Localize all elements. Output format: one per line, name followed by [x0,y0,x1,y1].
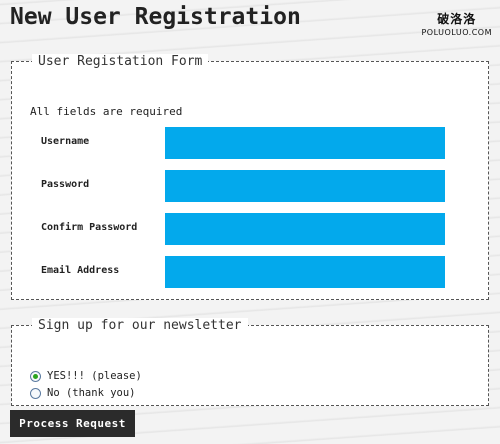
confirm-password-row: Confirm Password [12,213,488,245]
required-note: All fields are required [30,105,183,118]
newsletter-fieldset: Sign up for our newsletter YES!!! (pleas… [11,318,489,406]
newsletter-option-yes-label: YES!!! (please) [47,370,142,382]
registration-legend: User Registation Form [32,54,209,69]
process-request-button[interactable]: Process Request [10,410,135,437]
email-label: Email Address [41,265,120,276]
username-row: Username [12,127,488,159]
email-row: Email Address [12,256,488,288]
password-input[interactable] [165,170,445,202]
watermark-en: POLUOLUO.COM [421,28,492,37]
watermark-logo: 破洛洛 POLUOLUO.COM [421,10,492,37]
password-row: Password [12,170,488,202]
newsletter-option-no[interactable]: No (thank you) [30,387,136,399]
email-input[interactable] [165,256,445,288]
confirm-password-label: Confirm Password [41,222,138,233]
newsletter-option-yes[interactable]: YES!!! (please) [30,370,142,382]
newsletter-option-no-label: No (thank you) [47,387,136,399]
newsletter-legend: Sign up for our newsletter [32,318,248,333]
confirm-password-input[interactable] [165,213,445,245]
radio-no[interactable] [30,387,41,399]
watermark-cn: 破洛洛 [437,12,477,26]
username-input[interactable] [165,127,445,159]
registration-fieldset: User Registation Form All fields are req… [11,54,489,300]
page-title: New User Registration [10,4,301,30]
password-label: Password [41,179,90,190]
radio-yes[interactable] [30,370,41,382]
username-label: Username [41,136,90,147]
